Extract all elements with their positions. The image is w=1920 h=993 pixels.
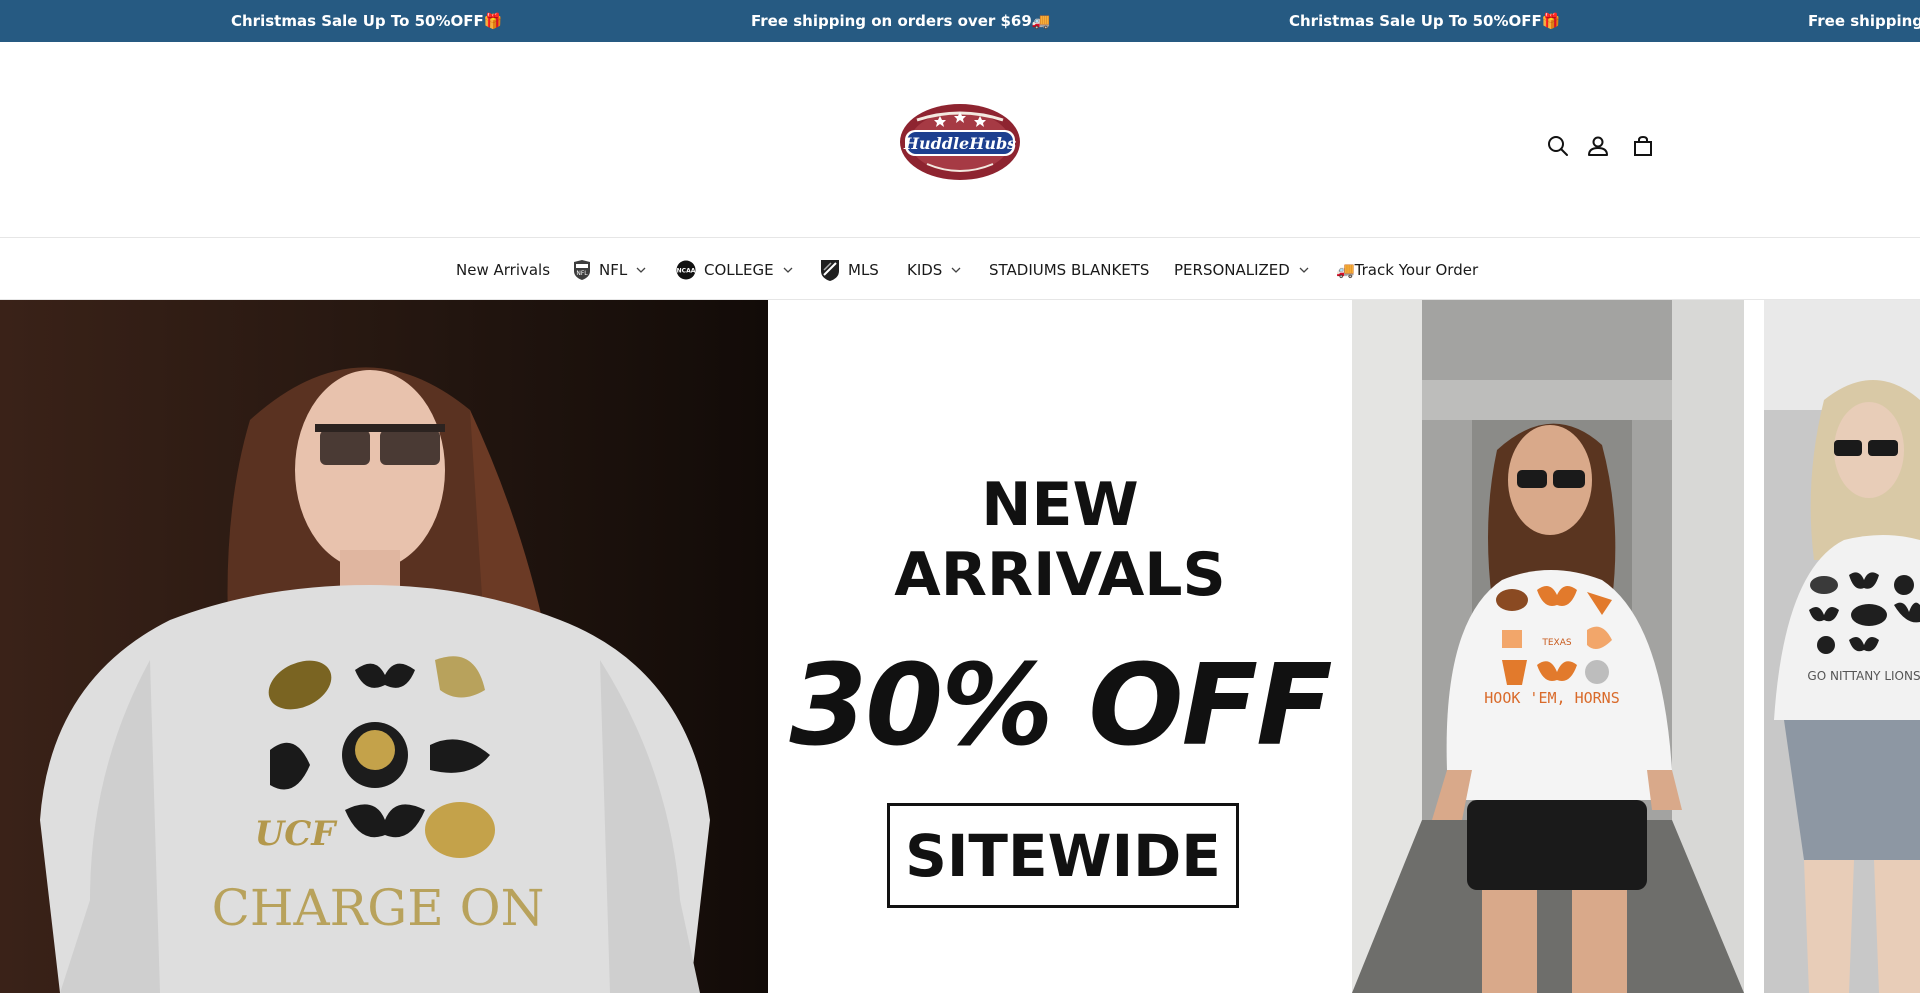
nfl-shield-icon: NFL [573, 259, 591, 280]
announcement-item: Christmas Sale Up To 50%OFF🎁 [231, 12, 503, 30]
svg-text:NFL: NFL [576, 270, 588, 277]
promo-arrivals: ARRIVALS [894, 540, 1226, 610]
chevron-down-icon [636, 267, 646, 273]
logo-text: HuddleHubs [903, 134, 1016, 153]
promo-new: NEW [981, 470, 1139, 540]
nav-item-mls[interactable]: MLS [820, 239, 879, 300]
nav-item-label: STADIUMS BLANKETS [989, 260, 1150, 279]
nav-item-label: COLLEGE [704, 260, 774, 279]
svg-text:TEXAS: TEXAS [1541, 638, 1572, 648]
promo-discount: 30% OFF [789, 641, 1332, 771]
hero-photo-right: TEXAS HOOK 'EM, HORNS [1352, 300, 1744, 993]
account-icon[interactable] [1584, 132, 1612, 160]
search-icon[interactable] [1544, 132, 1572, 160]
announcement-item: Christmas Sale Up To 50%OFF🎁 [1289, 12, 1561, 30]
announcement-item: Free shipping on orders over $69🚚 [751, 12, 1051, 30]
nav-item-track-order[interactable]: 🚚Track Your Order [1336, 239, 1478, 300]
nav-item-stadium-blankets[interactable]: STADIUMS BLANKETS [989, 239, 1149, 300]
chevron-down-icon [951, 267, 961, 273]
hook-em-text: HOOK 'EM, HORNS [1484, 689, 1619, 707]
promo-sitewide: SITEWIDE [887, 803, 1239, 908]
hero-photo-left: UCF CHARGE ON [0, 300, 768, 993]
charge-on-text: CHARGE ON [212, 879, 545, 937]
svg-text:NCAA: NCAA [677, 267, 696, 274]
nav-item-label: MLS [848, 260, 879, 279]
ncaa-icon: NCAA [676, 260, 696, 280]
nav-item-new-arrivals[interactable]: New Arrivals [456, 239, 550, 300]
go-nittany-lions-text: GO NITTANY LIONS [1807, 669, 1920, 683]
site-logo[interactable]: HuddleHubs [897, 102, 1023, 182]
mls-shield-icon [820, 259, 840, 281]
nav-item-label: 🚚Track Your Order [1336, 260, 1479, 279]
hero-banner[interactable]: UCF CHARGE ON NEW ARRIVALS 30% OFF SITEW… [0, 300, 1920, 993]
nav-item-label: NFL [599, 260, 628, 279]
promo-panel: NEW ARRIVALS 30% OFF SITEWIDE [768, 300, 1352, 993]
nav-item-label: KIDS [907, 260, 943, 279]
site-header: HuddleHubs [0, 42, 1920, 238]
nav-item-nfl[interactable]: NFL NFL [573, 239, 646, 300]
main-nav: New Arrivals NFL NFL NCAA COLLEGE MLS KI… [0, 239, 1920, 300]
ucf-badge-text: UCF [255, 814, 339, 854]
cart-icon[interactable] [1629, 132, 1657, 160]
nav-item-kids[interactable]: KIDS [907, 239, 961, 300]
chevron-down-icon [783, 267, 793, 273]
chevron-down-icon [1299, 267, 1309, 273]
nav-item-label: PERSONALIZED [1174, 260, 1290, 279]
hero-photo-far-right: GO NITTANY LIONS [1764, 300, 1920, 993]
announcement-item: Free shipping o [1808, 12, 1920, 30]
nav-item-college[interactable]: NCAA COLLEGE [676, 239, 793, 300]
nav-item-label: New Arrivals [456, 260, 551, 279]
nav-item-personalized[interactable]: PERSONALIZED [1174, 239, 1309, 300]
announcement-bar: Christmas Sale Up To 50%OFF🎁 Free shippi… [0, 0, 1920, 42]
